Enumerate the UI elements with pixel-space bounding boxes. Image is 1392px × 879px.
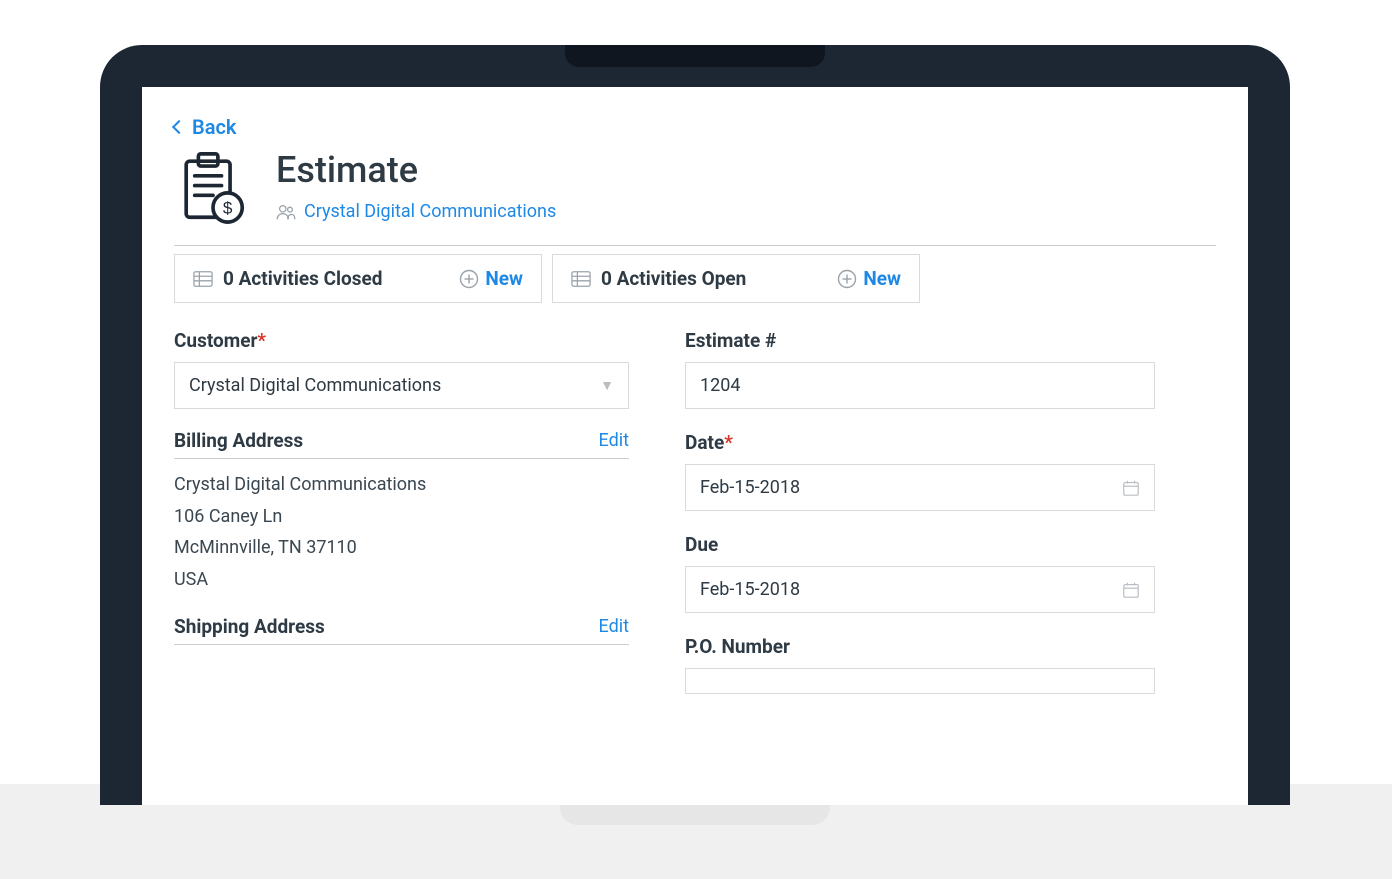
back-link[interactable]: Back bbox=[174, 115, 236, 139]
left-column: Customer* Crystal Digital Communications… bbox=[174, 329, 629, 716]
new-open-activity-button[interactable]: New bbox=[837, 267, 901, 290]
activities-closed-label: 0 Activities Closed bbox=[223, 267, 383, 290]
right-column: Estimate # 1204 Date* Feb-15-2018 bbox=[685, 329, 1155, 716]
billing-line1: Crystal Digital Communications bbox=[174, 469, 629, 501]
calendar-icon bbox=[1122, 479, 1140, 497]
svg-text:$: $ bbox=[223, 199, 233, 218]
page-content: Back $ Estimate bbox=[142, 87, 1248, 716]
estimate-clipboard-icon: $ bbox=[174, 149, 252, 227]
title-block: Estimate Crystal Digital Communications bbox=[276, 149, 556, 222]
activities-open-card: 0 Activities Open New bbox=[552, 254, 920, 303]
activity-row: 0 Activities Closed New bbox=[174, 254, 1216, 303]
screen: Back $ Estimate bbox=[142, 87, 1248, 805]
caret-down-icon: ▼ bbox=[600, 377, 614, 394]
billing-address: Crystal Digital Communications 106 Caney… bbox=[174, 469, 629, 595]
customer-value: Crystal Digital Communications bbox=[189, 375, 441, 396]
customer-subline: Crystal Digital Communications bbox=[276, 201, 556, 222]
customer-field-label: Customer* bbox=[174, 329, 629, 352]
po-label: P.O. Number bbox=[685, 635, 1155, 658]
billing-line3: McMinnville, TN 37110 bbox=[174, 532, 629, 564]
estimate-no-label: Estimate # bbox=[685, 329, 1155, 352]
due-value: Feb-15-2018 bbox=[700, 579, 800, 600]
shipping-label: Shipping Address bbox=[174, 615, 325, 638]
plus-circle-icon bbox=[837, 269, 857, 289]
laptop-camera-notch bbox=[565, 45, 825, 67]
list-icon bbox=[193, 270, 213, 288]
estimate-no-value: 1204 bbox=[700, 375, 740, 396]
billing-line4: USA bbox=[174, 564, 629, 596]
activities-closed-card: 0 Activities Closed New bbox=[174, 254, 542, 303]
back-label: Back bbox=[192, 115, 236, 139]
billing-label: Billing Address bbox=[174, 429, 303, 452]
new-label: New bbox=[863, 267, 901, 290]
due-input[interactable]: Feb-15-2018 bbox=[685, 566, 1155, 613]
date-label: Date* bbox=[685, 431, 1155, 454]
shipping-edit-link[interactable]: Edit bbox=[599, 616, 629, 637]
customer-link[interactable]: Crystal Digital Communications bbox=[304, 201, 556, 222]
billing-line2: 106 Caney Ln bbox=[174, 501, 629, 533]
calendar-icon bbox=[1122, 581, 1140, 599]
list-icon bbox=[571, 270, 591, 288]
customer-select[interactable]: Crystal Digital Communications ▼ bbox=[174, 362, 629, 409]
estimate-no-input[interactable]: 1204 bbox=[685, 362, 1155, 409]
billing-edit-link[interactable]: Edit bbox=[599, 430, 629, 451]
page-title: Estimate bbox=[276, 149, 556, 191]
people-icon bbox=[276, 204, 296, 220]
activities-open-label: 0 Activities Open bbox=[601, 267, 746, 290]
chevron-left-icon bbox=[172, 120, 186, 134]
due-label: Due bbox=[685, 533, 1155, 556]
date-input[interactable]: Feb-15-2018 bbox=[685, 464, 1155, 511]
billing-header: Billing Address Edit bbox=[174, 429, 629, 459]
new-closed-activity-button[interactable]: New bbox=[459, 267, 523, 290]
laptop-bottom-notch bbox=[560, 805, 830, 825]
header-separator bbox=[174, 245, 1216, 246]
new-label: New bbox=[485, 267, 523, 290]
po-input[interactable] bbox=[685, 668, 1155, 694]
form-grid: Customer* Crystal Digital Communications… bbox=[174, 329, 1216, 716]
page-header: $ Estimate Cry bbox=[174, 149, 1216, 227]
laptop-frame: Back $ Estimate bbox=[100, 45, 1290, 805]
date-value: Feb-15-2018 bbox=[700, 477, 800, 498]
shipping-header: Shipping Address Edit bbox=[174, 615, 629, 645]
plus-circle-icon bbox=[459, 269, 479, 289]
